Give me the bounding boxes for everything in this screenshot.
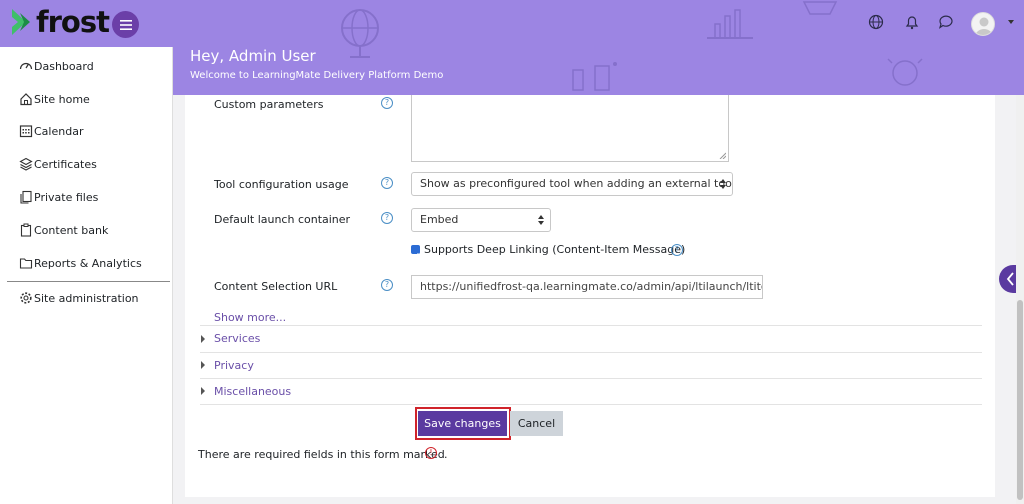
launch-container-select[interactable]: Embed [411, 208, 551, 232]
clipboard-icon [20, 223, 32, 237]
sidebar-item-label: Private files [34, 190, 99, 204]
sidebar-item-reports-analytics[interactable]: Reports & Analytics [19, 256, 142, 270]
sidebar-item-private-files[interactable]: Private files [19, 190, 98, 204]
sidebar-item-content-bank[interactable]: Content bank [19, 223, 108, 237]
sidebar-item-site-home[interactable]: Site home [19, 92, 90, 106]
required-icon: ! [425, 447, 437, 459]
launch-container-label: Default launch container [214, 213, 351, 226]
page-greeting: Hey, Admin User [190, 47, 316, 65]
gear-icon [20, 292, 32, 304]
sidebar: Dashboard Site home Calendar Certificate… [0, 47, 173, 504]
help-icon[interactable]: ? [381, 177, 393, 189]
section-privacy[interactable]: Privacy [214, 359, 254, 372]
expand-caret-icon[interactable] [201, 387, 205, 395]
page-subtitle: Welcome to LearningMate Delivery Platfor… [190, 70, 444, 81]
select-arrows-icon [720, 179, 726, 189]
tool-config-select[interactable]: Show as preconfigured tool when adding a… [411, 172, 733, 196]
chart-decoration-icon [707, 9, 753, 39]
lamp-decoration-icon [802, 1, 838, 15]
section-divider [200, 404, 982, 405]
cancel-button[interactable]: Cancel [510, 411, 563, 436]
calendar-icon [19, 125, 33, 138]
sidebar-item-certificates[interactable]: Certificates [19, 157, 97, 171]
save-button[interactable]: Save changes [418, 411, 507, 436]
expand-caret-icon[interactable] [201, 335, 205, 343]
expand-caret-icon[interactable] [201, 361, 205, 369]
section-divider [200, 325, 982, 326]
frost-logo[interactable]: frost [10, 5, 110, 39]
globe-icon[interactable] [867, 13, 885, 31]
sidebar-item-calendar[interactable]: Calendar [19, 124, 83, 138]
required-fields-note: There are required fields in this form m… [198, 448, 445, 461]
sidebar-item-label: Dashboard [34, 59, 94, 73]
sidebar-divider [7, 281, 170, 282]
section-miscellaneous[interactable]: Miscellaneous [214, 385, 291, 398]
sidebar-item-site-administration[interactable]: Site administration [19, 291, 139, 305]
help-icon[interactable]: ? [381, 97, 393, 109]
hamburger-icon [119, 19, 132, 30]
bell-icon[interactable] [903, 13, 921, 31]
sidebar-item-label: Content bank [34, 223, 109, 237]
tool-config-label: Tool configuration usage [214, 178, 349, 191]
gauge-icon [19, 62, 33, 70]
required-note-period: . [444, 448, 448, 461]
sidebar-item-label: Site administration [34, 291, 139, 305]
launch-container-value: Embed [420, 213, 459, 226]
show-more-link[interactable]: Show more... [214, 311, 286, 324]
menu-toggle-button[interactable] [112, 11, 139, 38]
help-icon[interactable]: ? [671, 244, 683, 256]
layers-icon [19, 157, 33, 171]
tool-config-value: Show as preconfigured tool when adding a… [420, 177, 733, 190]
chat-icon[interactable] [937, 13, 955, 31]
deep-linking-label[interactable]: Supports Deep Linking (Content-Item Mess… [424, 243, 685, 256]
sidebar-item-label: Certificates [34, 157, 97, 171]
brand-name: frost [36, 5, 110, 39]
globe-decoration-icon [341, 9, 379, 58]
content-url-input[interactable]: https://unifiedfrost-qa.learningmate.co/… [411, 275, 763, 299]
content-url-label: Content Selection URL [214, 280, 338, 293]
resize-handle-icon[interactable] [719, 152, 726, 159]
custom-parameters-textarea[interactable] [411, 95, 729, 162]
files-icon [20, 190, 32, 204]
user-avatar-icon [975, 17, 993, 35]
sidebar-item-dashboard[interactable]: Dashboard [19, 59, 94, 73]
avatar[interactable] [971, 12, 995, 36]
help-icon[interactable]: ? [381, 212, 393, 224]
home-icon [20, 93, 32, 106]
help-icon[interactable]: ? [381, 279, 393, 291]
checkmark-icon [412, 252, 419, 259]
lab-decoration-icon [572, 62, 617, 91]
bulb-decoration-icon [887, 58, 923, 86]
select-arrows-icon [538, 215, 544, 225]
chevron-down-icon[interactable] [1008, 20, 1014, 24]
section-services[interactable]: Services [214, 332, 260, 345]
folder-icon [19, 258, 33, 269]
sidebar-item-label: Site home [34, 92, 90, 106]
scrollbar-thumb[interactable] [1017, 300, 1023, 500]
section-divider [200, 378, 982, 379]
custom-parameters-label: Custom parameters [214, 98, 324, 111]
frost-logo-mark-icon [12, 9, 30, 35]
sidebar-item-label: Calendar [34, 124, 84, 138]
sidebar-item-label: Reports & Analytics [34, 256, 142, 270]
deep-linking-checkbox[interactable] [411, 245, 420, 259]
section-divider [200, 352, 982, 353]
